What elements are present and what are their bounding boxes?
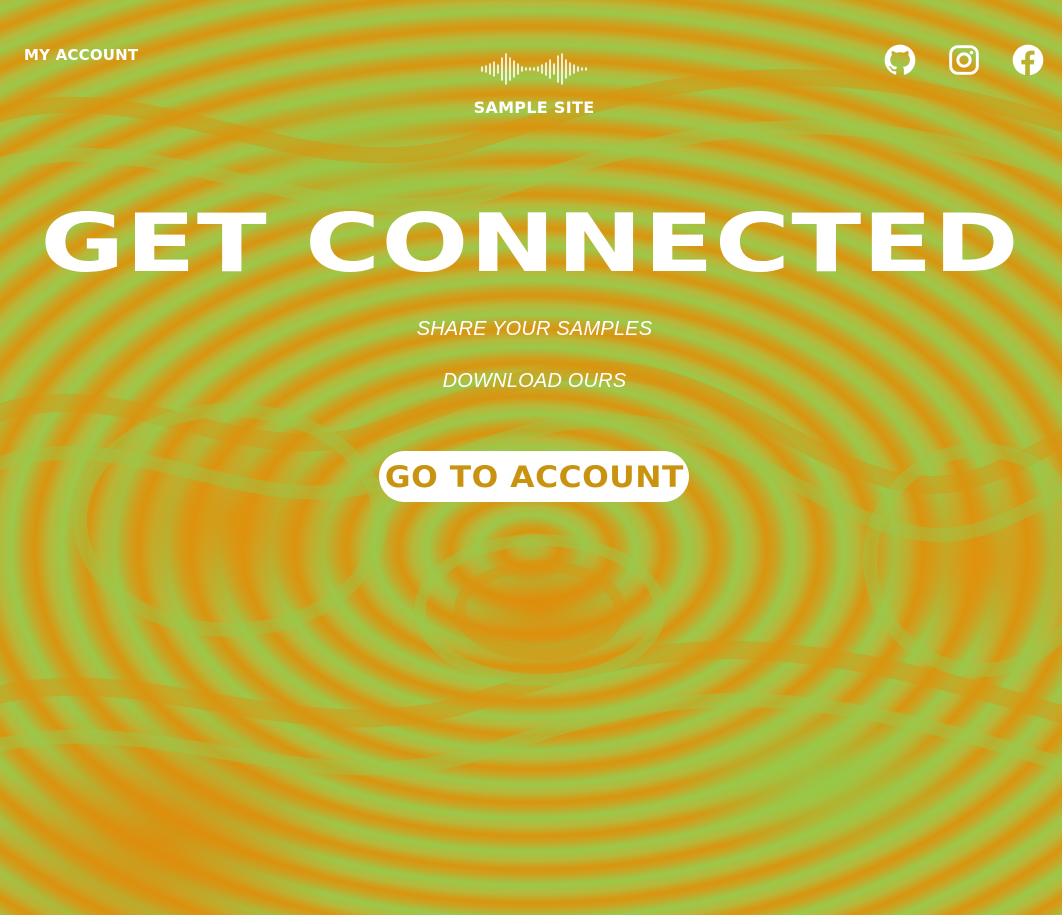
- instagram-icon[interactable]: [948, 44, 980, 76]
- github-icon[interactable]: [884, 44, 916, 76]
- hero-headline: GET CONNECTED: [40, 197, 1020, 290]
- my-account-link[interactable]: MY ACCOUNT: [24, 46, 138, 64]
- site-logo[interactable]: SAMPLE SITE: [460, 52, 608, 117]
- go-to-account-button[interactable]: GO TO ACCOUNT: [379, 451, 689, 502]
- hero-line-share: SHARE YOUR SAMPLES: [416, 318, 653, 340]
- social-links: [884, 44, 1044, 76]
- go-to-account-label: GO TO ACCOUNT: [384, 459, 684, 494]
- sound-wave-icon: [481, 53, 587, 85]
- hero-line-download: DOWNLOAD OURS: [442, 370, 627, 392]
- facebook-icon[interactable]: [1012, 44, 1044, 76]
- site-name: SAMPLE SITE: [473, 98, 595, 117]
